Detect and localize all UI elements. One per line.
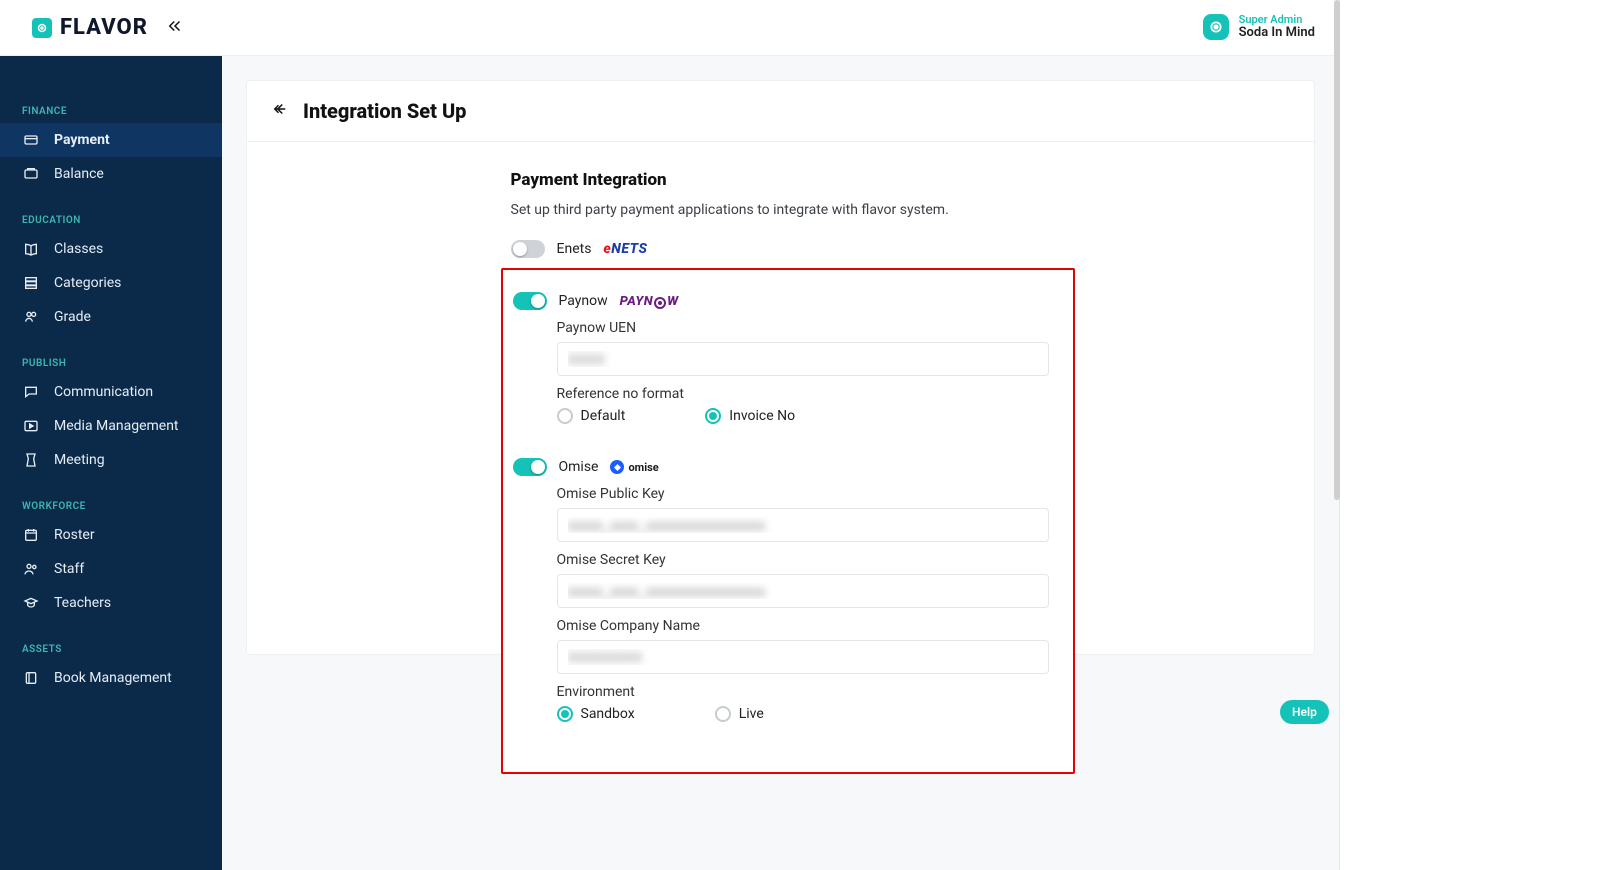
sidebar-item-label: Roster [54, 527, 95, 543]
book2-icon [22, 670, 40, 686]
omise-company-input[interactable] [557, 640, 1049, 674]
sidebar-item-label: Payment [54, 132, 110, 148]
brand-name: FLAVOR [60, 15, 148, 40]
sidebar-item-roster[interactable]: Roster [0, 518, 222, 552]
sidebar-item-media[interactable]: Media Management [0, 409, 222, 443]
omise-public-key-input[interactable] [557, 508, 1049, 542]
omise-env-label: Environment [557, 684, 1049, 700]
sidebar-heading-workforce: WORKFORCE [0, 491, 222, 518]
enets-label: Enets [557, 241, 592, 257]
sidebar-item-teachers[interactable]: Teachers [0, 586, 222, 620]
radio-env-live[interactable] [715, 706, 731, 722]
sidebar-item-label: Classes [54, 241, 103, 257]
sidebar-item-categories[interactable]: Categories [0, 266, 222, 300]
toggle-paynow[interactable] [513, 292, 547, 310]
chat-icon [22, 384, 40, 400]
sidebar-item-label: Staff [54, 561, 84, 577]
section-title: Payment Integration [511, 170, 1051, 190]
stack-icon [22, 275, 40, 291]
integration-row-paynow: Paynow PAYNW [513, 292, 1049, 310]
meeting-icon [22, 452, 40, 468]
sidebar-item-meeting[interactable]: Meeting [0, 443, 222, 477]
radio-ref-default-label: Default [581, 408, 626, 424]
help-button[interactable]: Help [1280, 700, 1329, 724]
radio-ref-default[interactable] [557, 408, 573, 424]
sidebar-heading-assets: ASSETS [0, 634, 222, 661]
sidebar-item-book-management[interactable]: Book Management [0, 661, 222, 695]
user-avatar-icon [1203, 14, 1229, 40]
back-button[interactable] [271, 100, 289, 122]
sidebar-item-grade[interactable]: Grade [0, 300, 222, 334]
radio-env-sandbox-label: Sandbox [581, 706, 635, 722]
radio-ref-invoice[interactable] [705, 408, 721, 424]
omise-company-label: Omise Company Name [557, 618, 1049, 634]
blank-margin [1340, 0, 1600, 870]
omise-badge: omise [610, 458, 658, 476]
cap-icon [22, 595, 40, 611]
main-content: Integration Set Up Payment Integration S… [222, 56, 1339, 870]
card-icon [22, 132, 40, 148]
paynow-target-icon [654, 297, 666, 309]
topbar: FLAVOR Super Admin Soda In Mind [0, 0, 1339, 56]
sidebar-item-balance[interactable]: Balance [0, 157, 222, 191]
omise-secret-key-input[interactable] [557, 574, 1049, 608]
omise-public-key-label: Omise Public Key [557, 486, 1049, 502]
scrollbar[interactable] [1334, 0, 1340, 500]
sidebar: FINANCE Payment Balance EDUCATION Classe… [0, 56, 222, 870]
brand-mark-icon [32, 18, 52, 38]
sidebar-item-label: Meeting [54, 452, 105, 468]
omise-secret-key-label: Omise Secret Key [557, 552, 1049, 568]
radio-ref-invoice-label: Invoice No [729, 408, 795, 424]
sidebar-heading-education: EDUCATION [0, 205, 222, 232]
media-icon [22, 418, 40, 434]
grade-icon [22, 309, 40, 325]
paynow-label: Paynow [559, 293, 608, 309]
paynow-ref-label: Reference no format [557, 386, 1049, 402]
wallet-icon [22, 166, 40, 182]
omise-mark-icon [610, 460, 624, 474]
enets-badge: eNETS [603, 240, 647, 258]
sidebar-item-label: Book Management [54, 670, 172, 686]
paynow-uen-label: Paynow UEN [557, 320, 1049, 336]
sidebar-collapse-button[interactable] [166, 17, 184, 39]
calendar-icon [22, 527, 40, 543]
brand-logo[interactable]: FLAVOR [32, 15, 148, 40]
people-icon [22, 561, 40, 577]
radio-env-sandbox[interactable] [557, 706, 573, 722]
page-title: Integration Set Up [303, 99, 466, 123]
sidebar-item-label: Balance [54, 166, 104, 182]
user-menu[interactable]: Super Admin Soda In Mind [1203, 14, 1315, 40]
paynow-badge: PAYNW [620, 292, 679, 310]
highlight-box: Paynow PAYNW Paynow UEN Reference no for… [501, 268, 1075, 774]
book-icon [22, 241, 40, 257]
sidebar-item-label: Media Management [54, 418, 179, 434]
toggle-omise[interactable] [513, 458, 547, 476]
sidebar-item-staff[interactable]: Staff [0, 552, 222, 586]
sidebar-heading-publish: PUBLISH [0, 348, 222, 375]
sidebar-item-label: Teachers [54, 595, 111, 611]
sidebar-item-label: Communication [54, 384, 153, 400]
paynow-uen-input[interactable] [557, 342, 1049, 376]
sidebar-item-classes[interactable]: Classes [0, 232, 222, 266]
radio-env-live-label: Live [739, 706, 764, 722]
toggle-enets[interactable] [511, 240, 545, 258]
sidebar-item-label: Grade [54, 309, 91, 325]
user-name: Soda In Mind [1239, 26, 1315, 40]
integration-row-enets: Enets eNETS [511, 240, 1051, 258]
sidebar-item-payment[interactable]: Payment [0, 123, 222, 157]
sidebar-item-label: Categories [54, 275, 121, 291]
section-description: Set up third party payment applications … [511, 202, 1051, 218]
sidebar-item-communication[interactable]: Communication [0, 375, 222, 409]
sidebar-heading-finance: FINANCE [0, 96, 222, 123]
omise-label: Omise [559, 459, 599, 475]
integration-row-omise: Omise omise [513, 458, 1049, 476]
card: Integration Set Up Payment Integration S… [246, 80, 1315, 655]
